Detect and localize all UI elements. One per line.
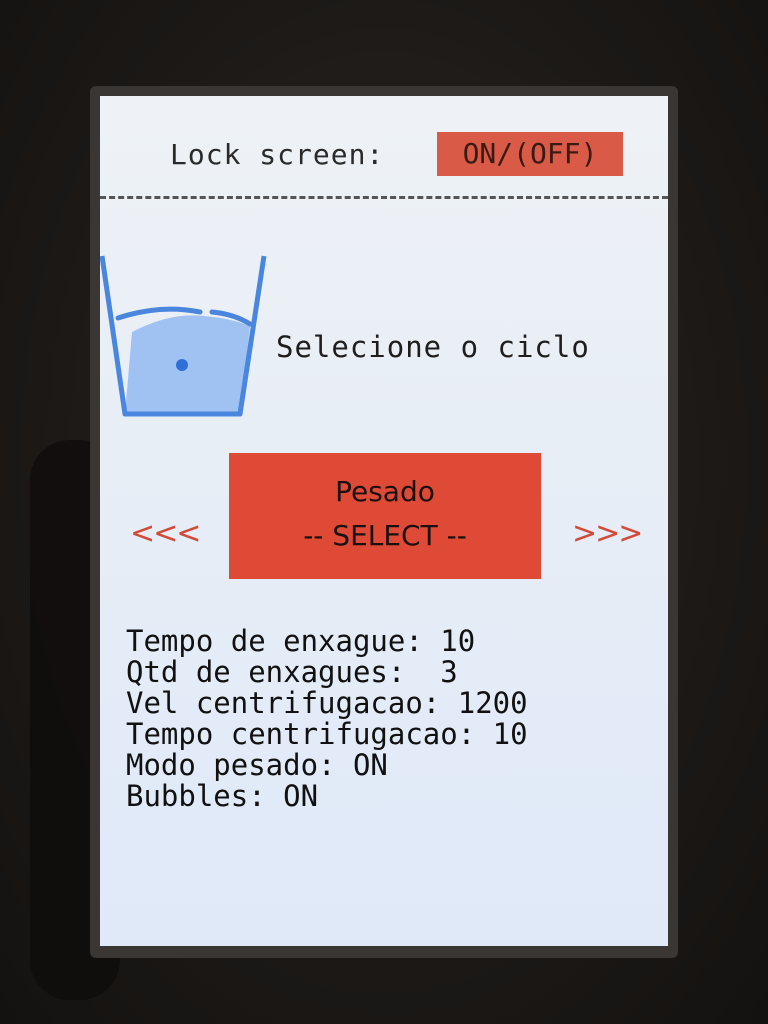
lock-screen-toggle[interactable]: ON/(OFF) [437,132,623,176]
select-cycle-prompt: Selecione o ciclo [276,330,590,364]
display-screen: Lock screen: ON/(OFF) Selecione o ciclo … [100,96,668,946]
next-cycle-arrow[interactable]: >>> [572,516,643,551]
param-bubbles: Bubbles: ON [126,779,319,813]
cycle-select-button[interactable]: Pesado -- SELECT -- [229,453,541,579]
cycle-parameters-list: Tempo de enxague: 10 Qtd de enxagues: 3 … [126,626,528,812]
param-modo-pesado: Modo pesado: ON [126,748,388,782]
param-qtd-enxagues: Qtd de enxagues: 3 [126,655,458,689]
select-label: -- SELECT -- [303,519,467,552]
previous-cycle-arrow[interactable]: <<< [130,516,201,551]
param-vel-centrifugacao: Vel centrifugacao: 1200 [126,686,528,720]
lock-screen-label: Lock screen: [170,138,385,171]
washtub-water-icon [100,255,267,417]
dashed-divider [100,196,668,199]
selected-cycle-name: Pesado [335,475,435,508]
lock-screen-row: Lock screen: ON/(OFF) [100,132,668,176]
param-tempo-enxague: Tempo de enxague: 10 [126,624,476,658]
param-tempo-centrifugacao: Tempo centrifugacao: 10 [126,717,528,751]
